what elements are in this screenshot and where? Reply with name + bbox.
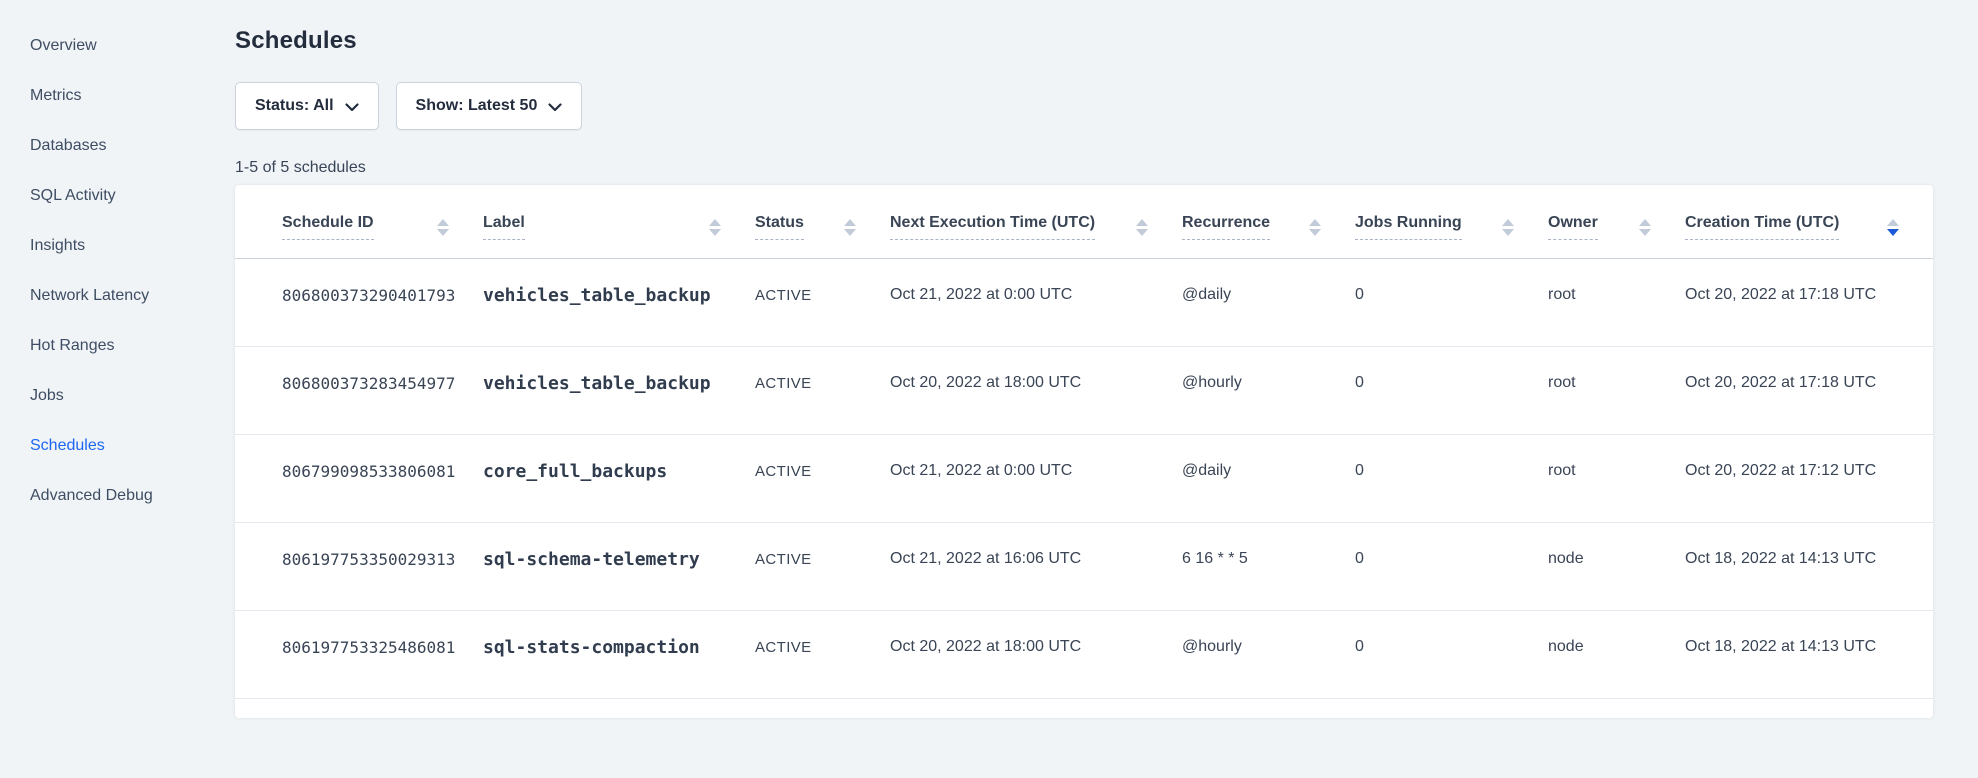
cell-next-execution-time-utc: Oct 21, 2022 at 16:06 UTC (890, 522, 1182, 610)
cell-recurrence: @daily (1182, 434, 1355, 522)
column-label: Next Execution Time (UTC) (890, 214, 1095, 240)
cell-owner: root (1548, 434, 1685, 522)
cell-recurrence: @hourly (1182, 610, 1355, 698)
sort-arrows-icon (1136, 219, 1148, 236)
cell-creation-time-utc: Oct 18, 2022 at 14:13 UTC (1685, 610, 1933, 698)
sort-arrows-icon (1502, 219, 1514, 236)
column-header-next-execution-time-utc[interactable]: Next Execution Time (UTC) (890, 185, 1182, 258)
sidebar-item-advanced-debug[interactable]: Advanced Debug (30, 471, 153, 521)
cell-creation-time-utc: Oct 20, 2022 at 17:18 UTC (1685, 258, 1933, 346)
chevron-down-icon (345, 103, 359, 112)
schedules-table-card: Schedule ID Label Status Next Execution Tim… (235, 185, 1933, 718)
column-label: Creation Time (UTC) (1685, 214, 1839, 240)
cell-schedule-id: 806197753325486081 (235, 610, 483, 698)
cell-schedule-id: 806799098533806081 (235, 434, 483, 522)
sidebar-item-overview[interactable]: Overview (30, 21, 153, 71)
cell-next-execution-time-utc: Oct 21, 2022 at 0:00 UTC (890, 434, 1182, 522)
cell-label[interactable]: sql-stats-compaction (483, 610, 755, 698)
cell-schedule-id: 806800373283454977 (235, 346, 483, 434)
schedules-table: Schedule ID Label Status Next Execution Tim… (235, 185, 1933, 699)
table-body: 806800373290401793vehicles_table_backupA… (235, 258, 1933, 698)
cell-jobs-running: 0 (1355, 434, 1548, 522)
cell-label[interactable]: vehicles_table_backup (483, 258, 755, 346)
cell-recurrence: @daily (1182, 258, 1355, 346)
column-header-status[interactable]: Status (755, 185, 890, 258)
cell-owner: root (1548, 258, 1685, 346)
chevron-down-icon (548, 103, 562, 112)
show-filter-dropdown[interactable]: Show: Latest 50 (396, 82, 583, 130)
cell-jobs-running: 0 (1355, 522, 1548, 610)
status-filter-dropdown[interactable]: Status: All (235, 82, 379, 130)
cell-creation-time-utc: Oct 18, 2022 at 14:13 UTC (1685, 522, 1933, 610)
cell-label[interactable]: core_full_backups (483, 434, 755, 522)
sidebar-item-network-latency[interactable]: Network Latency (30, 271, 153, 321)
table-row: 806799098533806081core_full_backupsACTIV… (235, 434, 1933, 522)
cell-owner: node (1548, 610, 1685, 698)
table-row: 806800373290401793vehicles_table_backupA… (235, 258, 1933, 346)
column-header-schedule-id[interactable]: Schedule ID (235, 185, 483, 258)
show-filter-label: Show: Latest 50 (416, 97, 538, 115)
status-filter-label: Status: All (255, 97, 334, 115)
sidebar-item-hot-ranges[interactable]: Hot Ranges (30, 321, 153, 371)
sidebar-item-sql-activity[interactable]: SQL Activity (30, 171, 153, 221)
sort-arrows-icon (709, 219, 721, 236)
cell-schedule-id: 806197753350029313 (235, 522, 483, 610)
table-header: Schedule ID Label Status Next Execution Tim… (235, 185, 1933, 258)
sidebar-nav-list: OverviewMetricsDatabasesSQL ActivityInsi… (30, 21, 153, 521)
cell-creation-time-utc: Oct 20, 2022 at 17:18 UTC (1685, 346, 1933, 434)
column-header-jobs-running[interactable]: Jobs Running (1355, 185, 1548, 258)
cell-status: ACTIVE (755, 434, 890, 522)
column-label: Status (755, 214, 804, 240)
cell-label[interactable]: vehicles_table_backup (483, 346, 755, 434)
sort-arrows-icon (844, 219, 856, 236)
cell-jobs-running: 0 (1355, 258, 1548, 346)
cell-schedule-id: 806800373290401793 (235, 258, 483, 346)
sidebar-item-insights[interactable]: Insights (30, 221, 153, 271)
sidebar-item-schedules[interactable]: Schedules (30, 421, 153, 471)
cell-recurrence: @hourly (1182, 346, 1355, 434)
column-label: Label (483, 214, 525, 240)
sort-arrows-icon (1887, 219, 1899, 236)
cell-next-execution-time-utc: Oct 20, 2022 at 18:00 UTC (890, 610, 1182, 698)
column-label: Jobs Running (1355, 214, 1462, 240)
sidebar-item-jobs[interactable]: Jobs (30, 371, 153, 421)
sidebar-item-databases[interactable]: Databases (30, 121, 153, 171)
sidebar-item-metrics[interactable]: Metrics (30, 71, 153, 121)
db-console-schedules-page: OverviewMetricsDatabasesSQL ActivityInsi… (0, 0, 1978, 778)
cell-status: ACTIVE (755, 258, 890, 346)
cell-status: ACTIVE (755, 522, 890, 610)
cell-next-execution-time-utc: Oct 20, 2022 at 18:00 UTC (890, 346, 1182, 434)
column-label: Recurrence (1182, 214, 1270, 240)
page-title: Schedules (235, 27, 357, 55)
cell-owner: node (1548, 522, 1685, 610)
table-row: 806197753350029313sql-schema-telemetryAC… (235, 522, 1933, 610)
filter-bar: Status: All Show: Latest 50 (235, 82, 582, 130)
cell-recurrence: 6 16 * * 5 (1182, 522, 1355, 610)
sort-arrows-icon (437, 219, 449, 236)
column-header-creation-time-utc[interactable]: Creation Time (UTC) (1685, 185, 1933, 258)
table-header-row: Schedule ID Label Status Next Execution Tim… (235, 185, 1933, 258)
cell-jobs-running: 0 (1355, 346, 1548, 434)
cell-status: ACTIVE (755, 346, 890, 434)
sidebar: OverviewMetricsDatabasesSQL ActivityInsi… (0, 0, 235, 778)
table-row: 806197753325486081sql-stats-compactionAC… (235, 610, 1933, 698)
cell-jobs-running: 0 (1355, 610, 1548, 698)
cell-next-execution-time-utc: Oct 21, 2022 at 0:00 UTC (890, 258, 1182, 346)
sort-arrows-icon (1309, 219, 1321, 236)
results-count: 1-5 of 5 schedules (235, 159, 366, 177)
cell-label[interactable]: sql-schema-telemetry (483, 522, 755, 610)
table-row: 806800373283454977vehicles_table_backupA… (235, 346, 1933, 434)
column-header-owner[interactable]: Owner (1548, 185, 1685, 258)
column-header-label[interactable]: Label (483, 185, 755, 258)
column-label: Schedule ID (282, 214, 374, 240)
cell-creation-time-utc: Oct 20, 2022 at 17:12 UTC (1685, 434, 1933, 522)
cell-owner: root (1548, 346, 1685, 434)
cell-status: ACTIVE (755, 610, 890, 698)
main-content: Schedules Status: All Show: Latest 50 1-… (235, 0, 1933, 778)
column-header-recurrence[interactable]: Recurrence (1182, 185, 1355, 258)
sort-arrows-icon (1639, 219, 1651, 236)
column-label: Owner (1548, 214, 1598, 240)
